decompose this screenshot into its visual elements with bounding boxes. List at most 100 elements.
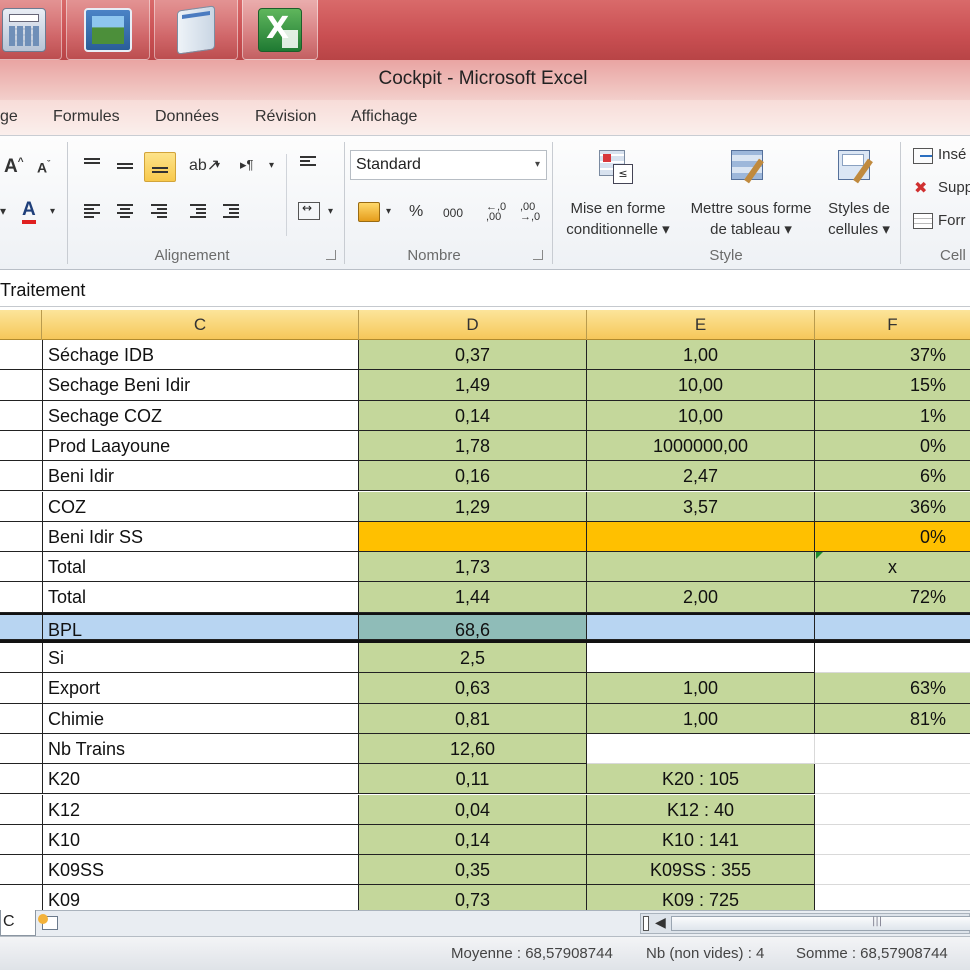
cell-c[interactable]: Séchage IDB — [42, 340, 359, 371]
cell-d[interactable]: 0,14 — [359, 824, 587, 856]
cell-c[interactable]: K10 — [42, 824, 359, 856]
cell-c[interactable]: K12 — [42, 794, 359, 825]
cell-f[interactable]: 15% — [815, 370, 970, 401]
cell-e[interactable] — [587, 521, 815, 553]
cell-b[interactable] — [0, 614, 42, 640]
column-header-d[interactable]: D — [359, 310, 587, 340]
cell-e[interactable]: 2,47 — [587, 461, 815, 492]
cell-e[interactable] — [587, 552, 815, 583]
cell-d[interactable]: 0,04 — [359, 794, 587, 825]
tab-donnees[interactable]: Données — [155, 108, 219, 126]
cell-c[interactable]: K09SS — [42, 855, 359, 886]
cell-b[interactable] — [0, 824, 42, 856]
tab-revision[interactable]: Révision — [255, 108, 316, 126]
cell-d[interactable]: 0,37 — [359, 340, 587, 371]
cell-e[interactable]: 10,00 — [587, 370, 815, 401]
cell-b[interactable] — [0, 370, 42, 401]
cell-f[interactable]: 1% — [815, 400, 970, 431]
cell-d[interactable]: 0,35 — [359, 855, 587, 886]
cell-e[interactable]: 2,00 — [587, 582, 815, 613]
accounting-dropdown[interactable]: ▾ — [386, 206, 391, 217]
cell-d[interactable]: 12,60 — [359, 733, 587, 765]
wrap-text-icon[interactable] — [300, 156, 316, 168]
cell-f[interactable] — [815, 824, 970, 856]
insert-sheet-icon[interactable] — [38, 914, 64, 934]
cell-d[interactable]: 68,6 — [359, 614, 587, 640]
cell-d[interactable]: 1,29 — [359, 491, 587, 522]
align-right-icon[interactable] — [151, 204, 167, 220]
cell-e[interactable]: K10 : 141 — [587, 824, 815, 856]
format-cells-button[interactable]: Forr — [938, 212, 966, 229]
align-middle-icon[interactable] — [117, 163, 133, 171]
cell-e[interactable] — [587, 614, 815, 640]
split-handle[interactable] — [643, 916, 649, 931]
cell-b[interactable] — [0, 673, 42, 704]
cell-f[interactable] — [815, 643, 970, 674]
text-direction-dropdown[interactable]: ▾ — [269, 160, 274, 171]
cell-b[interactable] — [0, 643, 42, 674]
font-dropdown-arrow[interactable]: ▾ — [0, 204, 6, 218]
cell-e[interactable] — [587, 733, 815, 765]
cell-b[interactable] — [0, 491, 42, 522]
cell-d[interactable]: 0,63 — [359, 673, 587, 704]
column-header-e[interactable]: E — [587, 310, 815, 340]
decrease-decimal-icon[interactable]: ,00 →,0 — [520, 202, 540, 223]
align-center-icon[interactable] — [117, 204, 133, 220]
formula-bar[interactable]: Traitement — [0, 271, 970, 307]
cell-b[interactable] — [0, 340, 42, 371]
cell-b[interactable] — [0, 521, 42, 553]
cell-d[interactable] — [359, 521, 587, 553]
orientation-dropdown[interactable]: ▾ — [215, 160, 220, 171]
thousands-separator-button[interactable]: 000 — [443, 206, 463, 220]
text-direction-icon[interactable]: ▸¶ — [240, 157, 254, 173]
delete-cells-icon[interactable]: ✖ — [914, 178, 927, 198]
cell-c[interactable]: Chimie — [42, 703, 359, 734]
cell-f[interactable]: 0% — [815, 521, 970, 553]
delete-cells-button[interactable]: Supp — [938, 179, 970, 196]
cell-b[interactable] — [0, 552, 42, 583]
cell-f[interactable] — [815, 733, 970, 765]
horizontal-scrollbar[interactable]: ◀ ||| — [640, 913, 970, 934]
cell-f[interactable]: 37% — [815, 340, 970, 371]
taskbar-photo-viewer-button[interactable] — [66, 0, 150, 60]
cell-c[interactable]: Prod Laayoune — [42, 430, 359, 462]
font-color-button[interactable]: A — [22, 200, 36, 224]
tab-affichage[interactable]: Affichage — [351, 108, 417, 126]
cell-c[interactable]: K20 — [42, 764, 359, 795]
cell-f[interactable]: 72% — [815, 582, 970, 613]
format-cells-icon[interactable] — [913, 213, 933, 229]
cell-b[interactable] — [0, 855, 42, 886]
cell-f[interactable]: 63% — [815, 673, 970, 704]
cell-e[interactable]: K09 : 725 — [587, 885, 815, 910]
scroll-thumb[interactable]: ||| — [671, 916, 970, 931]
cell-d[interactable]: 1,49 — [359, 370, 587, 401]
cell-d[interactable]: 2,5 — [359, 643, 587, 674]
number-format-select[interactable]: Standard ▾ — [350, 150, 547, 180]
insert-cells-icon[interactable] — [913, 148, 933, 164]
cell-c[interactable]: Nb Trains — [42, 733, 359, 765]
cell-f[interactable] — [815, 885, 970, 910]
cell-styles-icon[interactable] — [838, 150, 876, 186]
taskbar-calculator-button[interactable] — [0, 0, 62, 60]
merge-center-icon[interactable]: ↔ — [298, 201, 320, 220]
align-bottom-button[interactable] — [144, 152, 176, 182]
increase-indent-icon[interactable] — [223, 204, 239, 220]
cell-c[interactable]: Total — [42, 552, 359, 583]
cell-f[interactable] — [815, 794, 970, 825]
cell-e[interactable] — [587, 643, 815, 674]
shrink-font-button[interactable]: Aˇ — [37, 159, 50, 176]
taskbar-excel-button[interactable]: X — [242, 0, 318, 60]
cell-e[interactable]: K12 : 40 — [587, 794, 815, 825]
conditional-formatting-button[interactable]: Mise en forme conditionnelle ▾ — [556, 198, 680, 240]
cell-b[interactable] — [0, 582, 42, 613]
font-color-dropdown[interactable]: ▾ — [50, 206, 55, 217]
cell-e[interactable]: 1,00 — [587, 703, 815, 734]
cell-e[interactable]: 3,57 — [587, 491, 815, 522]
cell-d[interactable]: 0,81 — [359, 703, 587, 734]
cell-b[interactable] — [0, 794, 42, 825]
format-as-table-button[interactable]: Mettre sous forme de tableau ▾ — [680, 198, 822, 240]
percent-style-button[interactable]: % — [409, 203, 423, 221]
sheet-tab[interactable]: C — [0, 910, 36, 936]
cell-e[interactable]: K09SS : 355 — [587, 855, 815, 886]
cell-d[interactable]: 0,14 — [359, 400, 587, 431]
